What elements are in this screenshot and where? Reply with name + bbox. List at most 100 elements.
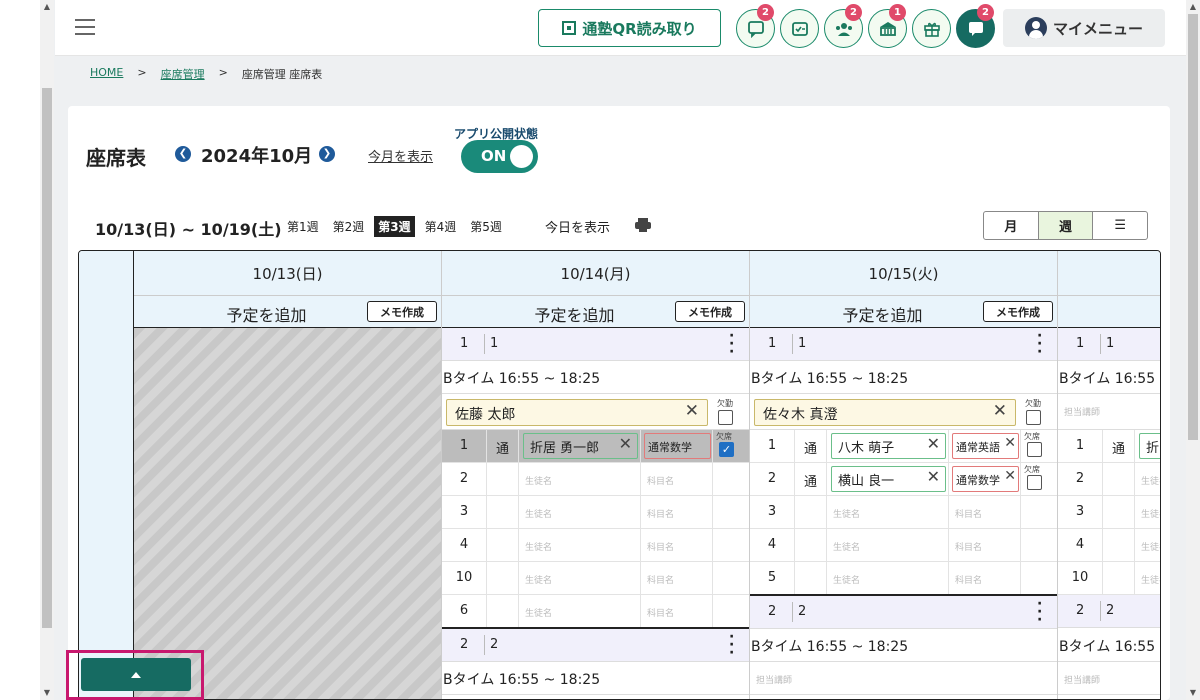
absent-checkbox[interactable]: ✓ — [719, 442, 734, 457]
message-icon[interactable]: 2 — [956, 4, 995, 48]
scroll-down-arrow-icon[interactable]: ▼ — [1186, 686, 1200, 700]
clear-icon[interactable]: ✕ — [619, 434, 632, 453]
absent-checkbox[interactable] — [1027, 442, 1042, 457]
create-memo-button[interactable]: メモ作成 — [675, 301, 745, 322]
teacher-field[interactable]: 佐藤 太郎 ✕ — [446, 399, 708, 426]
tab-week-4[interactable]: 第4週 — [421, 216, 461, 237]
left-scroll-thumb[interactable] — [42, 88, 52, 628]
slot-header: 1 1 — [1058, 328, 1160, 361]
school-icon[interactable]: 1 — [868, 4, 907, 48]
subject-field[interactable]: 通常数学 ✕ — [952, 466, 1019, 492]
teacher-placeholder[interactable]: 担当講師 — [1064, 673, 1100, 686]
tab-week-1[interactable]: 第1週 — [283, 216, 323, 237]
student-placeholder[interactable]: 生徒名 — [1141, 573, 1160, 586]
right-scrollbar[interactable]: ▲ ▼ — [1186, 0, 1200, 700]
seat-number: 2 — [459, 471, 469, 486]
show-this-month-link[interactable]: 今月を表示 — [368, 146, 433, 165]
create-memo-button[interactable]: メモ作成 — [983, 301, 1053, 322]
student-placeholder[interactable]: 生徒名 — [1141, 474, 1160, 487]
student-placeholder[interactable]: 生徒名 — [525, 573, 552, 586]
subject-placeholder[interactable]: 科目名 — [647, 606, 674, 619]
table-row: 1 通 折居 勇一郎 ✕ 通常数学 欠席 ✓ — [442, 430, 749, 463]
right-scroll-thumb[interactable] — [1188, 14, 1198, 440]
view-list-button[interactable]: ☰ — [1093, 212, 1147, 239]
checklist-icon[interactable] — [780, 9, 819, 48]
slot-number: 2 — [460, 637, 469, 652]
absent-checkbox[interactable] — [1027, 475, 1042, 490]
clear-icon[interactable]: ✕ — [993, 401, 1007, 421]
print-icon[interactable] — [635, 218, 651, 232]
add-schedule-button[interactable]: 予定を追加 — [442, 302, 707, 326]
student-field[interactable]: 横山 良一 ✕ — [831, 466, 946, 492]
more-vert-icon[interactable]: · · · — [729, 630, 734, 660]
subject-placeholder[interactable]: 科目名 — [647, 474, 674, 487]
subject-field[interactable]: 通常英語 ✕ — [952, 433, 1019, 459]
prev-month-icon[interactable]: ❮ — [175, 146, 191, 162]
student-field[interactable]: 折居 勇一郎 ✕ — [523, 433, 638, 459]
student-field[interactable]: 折 — [1139, 433, 1160, 459]
my-menu-button[interactable]: マイメニュー — [1003, 9, 1165, 47]
breadcrumb-seat-management-link[interactable]: 座席管理 — [161, 66, 205, 82]
student-name: 折居 勇一郎 — [530, 441, 600, 456]
student-field[interactable]: 八木 萌子 ✕ — [831, 433, 946, 459]
scroll-up-arrow-icon[interactable]: ▲ — [40, 0, 54, 14]
table-row: 3 生徒名 科目名 — [442, 496, 749, 529]
clear-icon[interactable]: ✕ — [1004, 468, 1016, 484]
more-vert-icon[interactable]: · · · — [1037, 597, 1042, 627]
subject-placeholder[interactable]: 科目名 — [955, 540, 982, 553]
clear-icon[interactable]: ✕ — [927, 434, 940, 453]
breadcrumb: HOME > 座席管理 > 座席管理 座席表 — [90, 66, 322, 82]
teacher-placeholder[interactable]: 担当講師 — [756, 673, 792, 686]
scroll-up-arrow-icon[interactable]: ▲ — [1186, 0, 1200, 14]
student-placeholder[interactable]: 生徒名 — [833, 507, 860, 520]
create-memo-button[interactable]: メモ作成 — [367, 301, 437, 322]
absence-checkbox[interactable] — [717, 410, 733, 425]
student-placeholder[interactable]: 生徒名 — [525, 540, 552, 553]
app-publish-toggle[interactable]: ON — [461, 140, 538, 173]
show-today-link[interactable]: 今日を表示 — [545, 217, 610, 236]
subject-placeholder[interactable]: 科目名 — [647, 573, 674, 586]
add-row: 予定を追加 メモ作成 — [442, 296, 749, 328]
qr-scan-button[interactable]: 通塾QR読み取り — [538, 9, 721, 47]
student-placeholder[interactable]: 生徒名 — [525, 474, 552, 487]
add-schedule-button[interactable]: 予定を追加 — [750, 302, 1015, 326]
absence-checkbox[interactable] — [1025, 410, 1041, 425]
teacher-placeholder[interactable]: 担当講師 — [1064, 405, 1100, 418]
top-header: 通塾QR読み取り 2 2 1 2 マイメニュー — [55, 0, 1186, 56]
left-scrollbar[interactable]: ▲ ▼ — [40, 0, 54, 700]
add-schedule-button[interactable]: 予定を追加 — [134, 302, 399, 326]
view-month-button[interactable]: 月 — [984, 212, 1039, 239]
subject-field[interactable]: 通常数学 — [644, 433, 711, 459]
seat-number: 1 — [1075, 438, 1085, 453]
view-week-button[interactable]: 週 — [1038, 212, 1094, 239]
tab-week-2[interactable]: 第2週 — [329, 216, 369, 237]
subject-placeholder[interactable]: 科目名 — [647, 540, 674, 553]
gift-icon[interactable] — [912, 9, 951, 48]
more-vert-icon[interactable]: · · · — [729, 329, 734, 359]
subject-placeholder[interactable]: 科目名 — [955, 573, 982, 586]
next-month-icon[interactable]: ❯ — [319, 146, 335, 162]
tab-week-3[interactable]: 第3週 — [374, 216, 415, 237]
student-placeholder[interactable]: 生徒名 — [1141, 507, 1160, 520]
students-icon[interactable]: 2 — [824, 4, 863, 48]
student-placeholder[interactable]: 生徒名 — [1141, 540, 1160, 553]
absent-label: 欠席 — [716, 432, 732, 441]
breadcrumb-home-link[interactable]: HOME — [90, 66, 123, 82]
subject-placeholder[interactable]: 科目名 — [955, 507, 982, 520]
subject-placeholder[interactable]: 科目名 — [647, 507, 674, 520]
hamburger-menu-icon[interactable] — [75, 19, 95, 35]
chat-icon[interactable]: 2 — [736, 4, 775, 48]
student-placeholder[interactable]: 生徒名 — [525, 507, 552, 520]
clear-icon[interactable]: ✕ — [685, 401, 699, 421]
student-placeholder[interactable]: 生徒名 — [833, 573, 860, 586]
teacher-field[interactable]: 佐々木 真澄 ✕ — [754, 399, 1016, 426]
slot-header: 2 2 · · · — [750, 596, 1057, 629]
student-placeholder[interactable]: 生徒名 — [525, 606, 552, 619]
tab-week-5[interactable]: 第5週 — [466, 216, 506, 237]
student-placeholder[interactable]: 生徒名 — [833, 540, 860, 553]
table-row: 2 生徒名 科目名 — [442, 463, 749, 496]
clear-icon[interactable]: ✕ — [927, 467, 940, 486]
clear-icon[interactable]: ✕ — [1004, 435, 1016, 451]
more-vert-icon[interactable]: · · · — [1037, 329, 1042, 359]
scroll-down-arrow-icon[interactable]: ▼ — [40, 686, 54, 700]
